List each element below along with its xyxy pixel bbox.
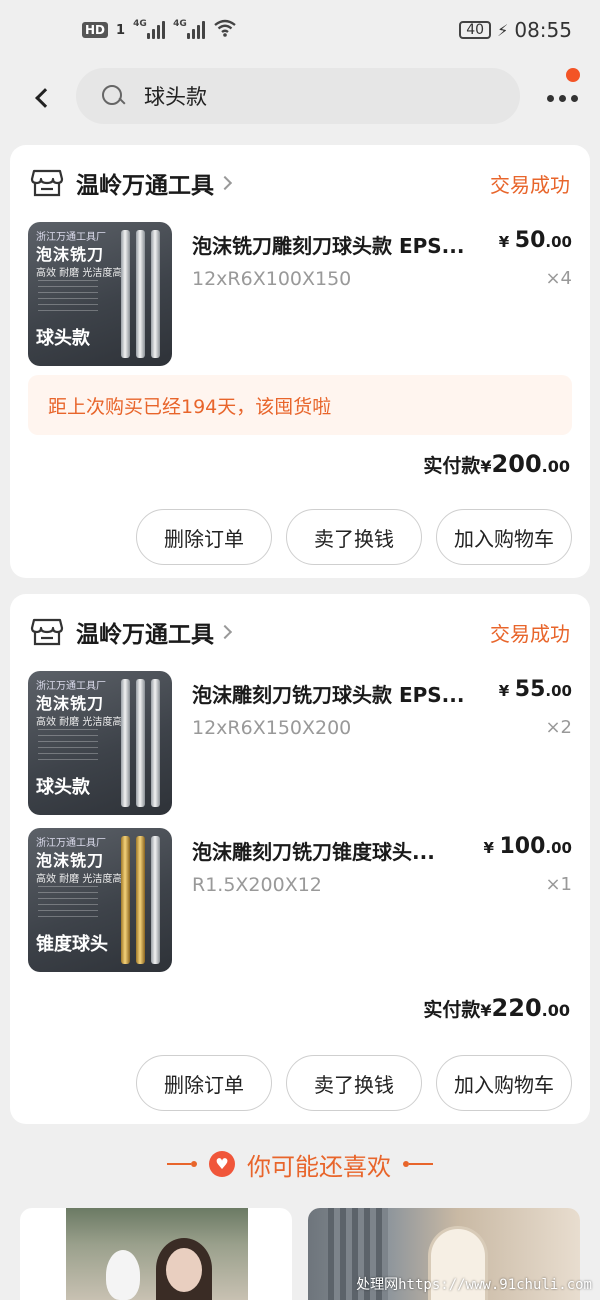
product-price: ¥ 50.00 [498, 228, 572, 253]
thumb-label: 球头款 [36, 777, 90, 798]
order-item[interactable]: 浙江万通工具厂 泡沫铣刀 高效 耐磨 光洁度高 球头款 泡沫雕刻刀铣刀球头款 E… [28, 671, 572, 815]
thumb-label: 锥度球头 [36, 934, 108, 955]
chevron-right-icon [217, 175, 233, 191]
add-to-cart-button[interactable]: 加入购物车 [436, 1055, 572, 1111]
charging-icon: ⚡ [497, 20, 509, 40]
delete-order-button[interactable]: 删除订单 [136, 509, 272, 565]
thumb-title: 泡沫铣刀 [36, 245, 105, 264]
order-status: 交易成功 [490, 621, 570, 646]
more-button[interactable] [538, 74, 586, 122]
order-item[interactable]: 浙江万通工具厂 泡沫铣刀 高效 耐磨 光洁度高 锥度球头 泡沫雕刻刀铣刀锥度球头… [28, 828, 572, 972]
order-total: 实付款 ¥200.00 [423, 450, 570, 478]
more-dot [546, 94, 554, 102]
product-quantity: ×2 [545, 717, 572, 738]
product-spec: R1.5X200X12 [192, 874, 322, 896]
chevron-left-icon [35, 88, 55, 108]
drill-bits-graphic [110, 836, 160, 966]
shop-icon [30, 168, 64, 198]
product-image[interactable]: 浙江万通工具厂 泡沫铣刀 高效 耐磨 光洁度高 球头款 [28, 671, 172, 815]
status-bar: HD 1 4G 4G 40 ⚡ 08:55 [0, 0, 600, 60]
back-button[interactable] [14, 70, 70, 126]
status-left: HD 1 4G 4G [82, 18, 237, 43]
resell-button[interactable]: 卖了换钱 [286, 509, 422, 565]
sim-number: 1 [116, 22, 126, 38]
search-query: 球头款 [144, 85, 207, 109]
order-total: 实付款 ¥220.00 [423, 994, 570, 1022]
thumb-label: 球头款 [36, 328, 90, 349]
recommend-card[interactable] [20, 1208, 292, 1300]
order-actions: 删除订单 卖了换钱 加入购物车 [136, 509, 572, 565]
clock: 08:55 [514, 18, 572, 42]
product-quantity: ×4 [545, 268, 572, 289]
heart-icon: ♥ [209, 1151, 235, 1177]
repurchase-notice[interactable]: 距上次购买已经194天，该囤货啦 [28, 375, 572, 435]
thumb-features [38, 886, 98, 918]
status-right: 40 ⚡ 08:55 [459, 18, 572, 42]
shop-name: 温岭万通工具 [76, 173, 214, 199]
drill-bits-graphic [110, 230, 160, 360]
shop-icon [30, 617, 64, 647]
product-image[interactable]: 浙江万通工具厂 泡沫铣刀 高效 耐磨 光洁度高 锥度球头 [28, 828, 172, 972]
battery-icon: 40 [459, 21, 492, 39]
recommend-header: ♥ 你可能还喜欢 [0, 1140, 600, 1188]
search-input[interactable]: 球头款 [76, 68, 520, 124]
drill-bits-graphic [110, 679, 160, 809]
product-price: ¥ 55.00 [498, 677, 572, 702]
product-title: 泡沫雕刻刀铣刀球头款 EPS... [192, 683, 465, 707]
shop-row[interactable]: 温岭万通工具 交易成功 [30, 163, 570, 203]
product-price: ¥ 100.00 [483, 834, 572, 859]
network-type-2: 4G [173, 19, 187, 29]
order-item[interactable]: 浙江万通工具厂 泡沫铣刀 高效 耐磨 光洁度高 球头款 泡沫铣刀雕刻刀球头款 E… [28, 222, 572, 366]
delete-order-button[interactable]: 删除订单 [136, 1055, 272, 1111]
thumb-features [38, 729, 98, 761]
product-title: 泡沫雕刻刀铣刀锥度球头... [192, 840, 435, 864]
network-type: 4G [133, 19, 147, 29]
signal-icon-2: 4G [173, 19, 206, 39]
divider-right [403, 1161, 433, 1167]
product-spec: 12xR6X100X150 [192, 268, 352, 290]
thumb-features [38, 280, 98, 312]
add-to-cart-button[interactable]: 加入购物车 [436, 509, 572, 565]
thumb-title: 泡沫铣刀 [36, 694, 105, 713]
watermark: 处理网https://www.91chuli.com [356, 1277, 592, 1293]
product-quantity: ×1 [545, 874, 572, 895]
divider-left [167, 1161, 197, 1167]
recommend-title: 你可能还喜欢 [247, 1152, 391, 1181]
more-dot [558, 94, 566, 102]
order-card: 温岭万通工具 交易成功 浙江万通工具厂 泡沫铣刀 高效 耐磨 光洁度高 球头款 … [10, 594, 590, 1124]
resell-button[interactable]: 卖了换钱 [286, 1055, 422, 1111]
shop-row[interactable]: 温岭万通工具 交易成功 [30, 612, 570, 652]
order-status: 交易成功 [490, 172, 570, 197]
notification-dot [566, 68, 580, 82]
shop-name: 温岭万通工具 [76, 622, 214, 648]
product-title: 泡沫铣刀雕刻刀球头款 EPS... [192, 234, 465, 258]
product-image[interactable]: 浙江万通工具厂 泡沫铣刀 高效 耐磨 光洁度高 球头款 [28, 222, 172, 366]
more-dot [570, 94, 578, 102]
order-card: 温岭万通工具 交易成功 浙江万通工具厂 泡沫铣刀 高效 耐磨 光洁度高 球头款 … [10, 145, 590, 578]
hd-badge: HD [82, 22, 109, 38]
order-actions: 删除订单 卖了换钱 加入购物车 [136, 1055, 572, 1111]
product-spec: 12xR6X150X200 [192, 717, 352, 739]
signal-icon: 4G [133, 19, 166, 39]
search-icon [100, 83, 126, 109]
thumb-title: 泡沫铣刀 [36, 851, 105, 870]
nav-bar: 球头款 [0, 60, 600, 136]
chevron-right-icon [217, 624, 233, 640]
wifi-icon [213, 18, 237, 43]
recommend-image [66, 1208, 248, 1300]
